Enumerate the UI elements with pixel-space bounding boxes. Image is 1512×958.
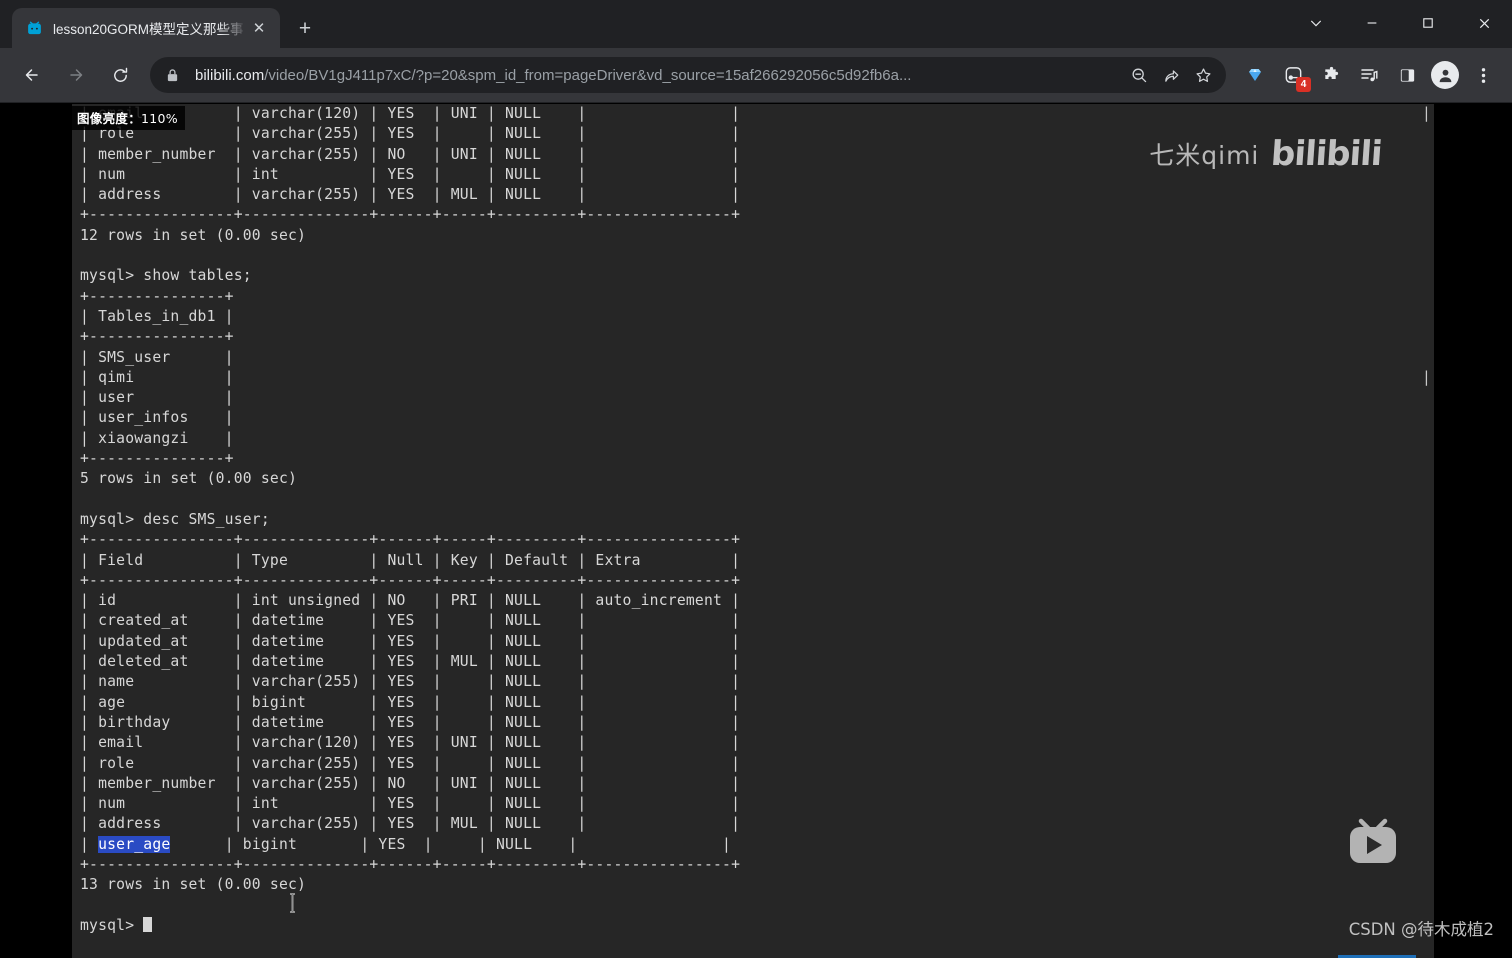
bookmark-star-icon[interactable]: [1188, 60, 1218, 90]
address-bar-text: bilibili.com/video/BV1gJ411p7xC/?p=20&sp…: [195, 67, 1122, 84]
three-dot-menu-icon[interactable]: [1466, 58, 1500, 92]
terminal-cursor: [143, 916, 153, 932]
browser-window: lesson20GORM模型定义那些事 ✕ + bilibili.com/vid…: [0, 0, 1512, 958]
terminal-lines-bottom: +----------------+--------------+------+…: [80, 855, 741, 934]
back-button[interactable]: [13, 56, 51, 94]
terminal-selected-text[interactable]: user_age: [98, 835, 171, 853]
screen-capture-extension-icon[interactable]: 4: [1276, 58, 1311, 92]
forward-button[interactable]: [57, 56, 95, 94]
tab-strip: lesson20GORM模型定义那些事 ✕ +: [0, 0, 1512, 48]
terminal-lines-top: | email | varchar(120) | YES | UNI | NUL…: [80, 105, 741, 833]
terminal-row-prefix: |: [80, 835, 99, 853]
text-ibeam-cursor: [287, 893, 298, 913]
diamond-extension-icon[interactable]: [1238, 58, 1272, 92]
close-icon[interactable]: [1456, 0, 1512, 46]
csdn-watermark: CSDN @待木成植2: [1348, 920, 1494, 939]
window-controls: [1288, 0, 1512, 46]
page-content: | email | varchar(120) | YES | UNI | NUL…: [0, 104, 1512, 958]
reading-list-icon[interactable]: [1352, 58, 1386, 92]
puzzle-extensions-icon[interactable]: [1314, 58, 1348, 92]
zoom-out-icon[interactable]: [1124, 60, 1154, 90]
browser-toolbar: bilibili.com/video/BV1gJ411p7xC/?p=20&sp…: [0, 48, 1512, 103]
tab-search-chevron-down-icon[interactable]: [1288, 0, 1344, 46]
terminal-output: | email | varchar(120) | YES | UNI | NUL…: [80, 104, 740, 936]
browser-tab[interactable]: lesson20GORM模型定义那些事 ✕: [12, 8, 280, 48]
bilibili-favicon-icon: [26, 20, 43, 37]
brightness-label: 图像亮度：: [77, 111, 142, 126]
watermark-brand: bilibili: [1269, 134, 1384, 174]
new-tab-button[interactable]: +: [290, 13, 320, 43]
bilibili-tv-play-icon: [1344, 818, 1402, 872]
tab-close-icon[interactable]: ✕: [248, 17, 270, 39]
terminal-right-gutter: | |: [1422, 105, 1431, 386]
profile-avatar-icon[interactable]: [1431, 61, 1459, 89]
watermark-author: 七米qimi: [1149, 141, 1260, 170]
brightness-value: 110%: [141, 111, 178, 126]
share-icon[interactable]: [1156, 60, 1186, 90]
video-player-stage[interactable]: | email | varchar(120) | YES | UNI | NUL…: [72, 104, 1434, 958]
url-path: /video/BV1gJ411p7xC/?p=20&spm_id_from=pa…: [264, 66, 912, 84]
minimize-icon[interactable]: [1344, 0, 1400, 46]
url-host: bilibili.com: [195, 66, 265, 84]
reload-button[interactable]: [101, 56, 139, 94]
address-bar[interactable]: bilibili.com/video/BV1gJ411p7xC/?p=20&sp…: [150, 57, 1226, 93]
extension-badge-count: 4: [1296, 77, 1311, 92]
tab-title: lesson20GORM模型定义那些事: [53, 22, 244, 37]
terminal-row-suffix: | bigint | YES | | NULL | |: [170, 835, 732, 853]
brightness-indicator: 图像亮度：110%: [72, 106, 185, 130]
maximize-icon[interactable]: [1400, 0, 1456, 46]
side-panel-icon[interactable]: [1390, 58, 1424, 92]
lock-icon: [166, 68, 183, 83]
video-watermark: 七米qimi bilibili: [1149, 134, 1384, 174]
